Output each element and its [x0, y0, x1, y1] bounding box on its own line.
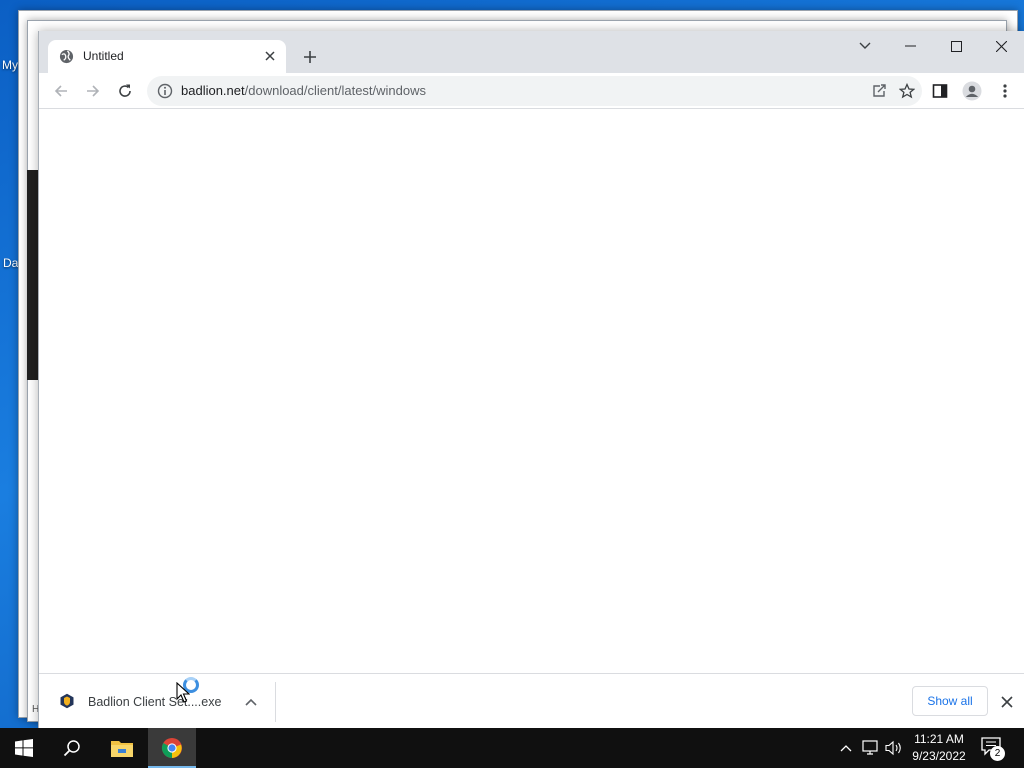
- globe-icon: [59, 49, 74, 64]
- chrome-taskbar-icon[interactable]: [148, 728, 196, 768]
- clock-time: 11:21 AM: [914, 732, 964, 746]
- download-item[interactable]: Badlion Client Set....exe: [39, 674, 275, 729]
- close-icon[interactable]: [998, 693, 1016, 711]
- close-icon[interactable]: [262, 48, 278, 64]
- background-window-panel: [27, 170, 38, 380]
- tab-strip: Untitled: [39, 31, 1024, 73]
- share-icon[interactable]: [868, 80, 890, 102]
- maximize-button[interactable]: [933, 31, 979, 61]
- desktop-icon-label[interactable]: My: [2, 58, 18, 72]
- clock[interactable]: 11:21 AM 9/23/2022: [904, 731, 974, 765]
- action-center-button[interactable]: 2: [980, 736, 1006, 762]
- url-text[interactable]: badlion.net/download/client/latest/windo…: [181, 83, 426, 98]
- desktop-icon-label[interactable]: Da: [3, 256, 18, 270]
- notification-count-badge: 2: [990, 746, 1005, 761]
- close-window-button[interactable]: [978, 31, 1024, 61]
- side-panel-icon[interactable]: [928, 79, 952, 103]
- clock-date: 9/23/2022: [912, 749, 966, 763]
- tab-title: Untitled: [83, 49, 124, 63]
- network-icon[interactable]: [861, 738, 881, 758]
- profile-avatar-icon[interactable]: [960, 79, 984, 103]
- minimize-button[interactable]: [887, 31, 933, 61]
- new-tab-button[interactable]: [298, 45, 322, 69]
- tab-untitled[interactable]: Untitled: [48, 40, 286, 73]
- back-button[interactable]: [49, 79, 73, 103]
- divider: [275, 682, 276, 722]
- volume-icon[interactable]: [884, 738, 904, 758]
- url-host: badlion.net: [181, 83, 245, 98]
- chevron-up-icon[interactable]: [242, 693, 260, 711]
- search-icon[interactable]: [48, 728, 96, 768]
- reload-button[interactable]: [113, 79, 137, 103]
- info-icon[interactable]: [157, 83, 173, 99]
- mouse-pointer-icon: [176, 681, 192, 704]
- url-path: /download/client/latest/windows: [244, 83, 427, 98]
- browser-window: Untitled badlion.net/download/client/lat…: [38, 31, 1024, 728]
- chevron-up-icon[interactable]: [836, 738, 856, 758]
- toolbar: badlion.net/download/client/latest/windo…: [39, 73, 1024, 109]
- start-button[interactable]: [0, 728, 48, 768]
- badlion-shield-icon: [59, 693, 75, 709]
- page-content[interactable]: [39, 110, 1024, 673]
- taskbar: 11:21 AM 9/23/2022 2: [0, 728, 1024, 768]
- tab-search-button[interactable]: [842, 31, 888, 61]
- show-all-button[interactable]: Show all: [912, 686, 988, 716]
- bookmark-star-icon[interactable]: [896, 80, 918, 102]
- address-bar[interactable]: badlion.net/download/client/latest/windo…: [147, 76, 922, 106]
- download-filename: Badlion Client Set....exe: [88, 695, 222, 709]
- forward-button[interactable]: [81, 79, 105, 103]
- menu-dots-icon[interactable]: [993, 79, 1017, 103]
- file-explorer-icon[interactable]: [98, 728, 146, 768]
